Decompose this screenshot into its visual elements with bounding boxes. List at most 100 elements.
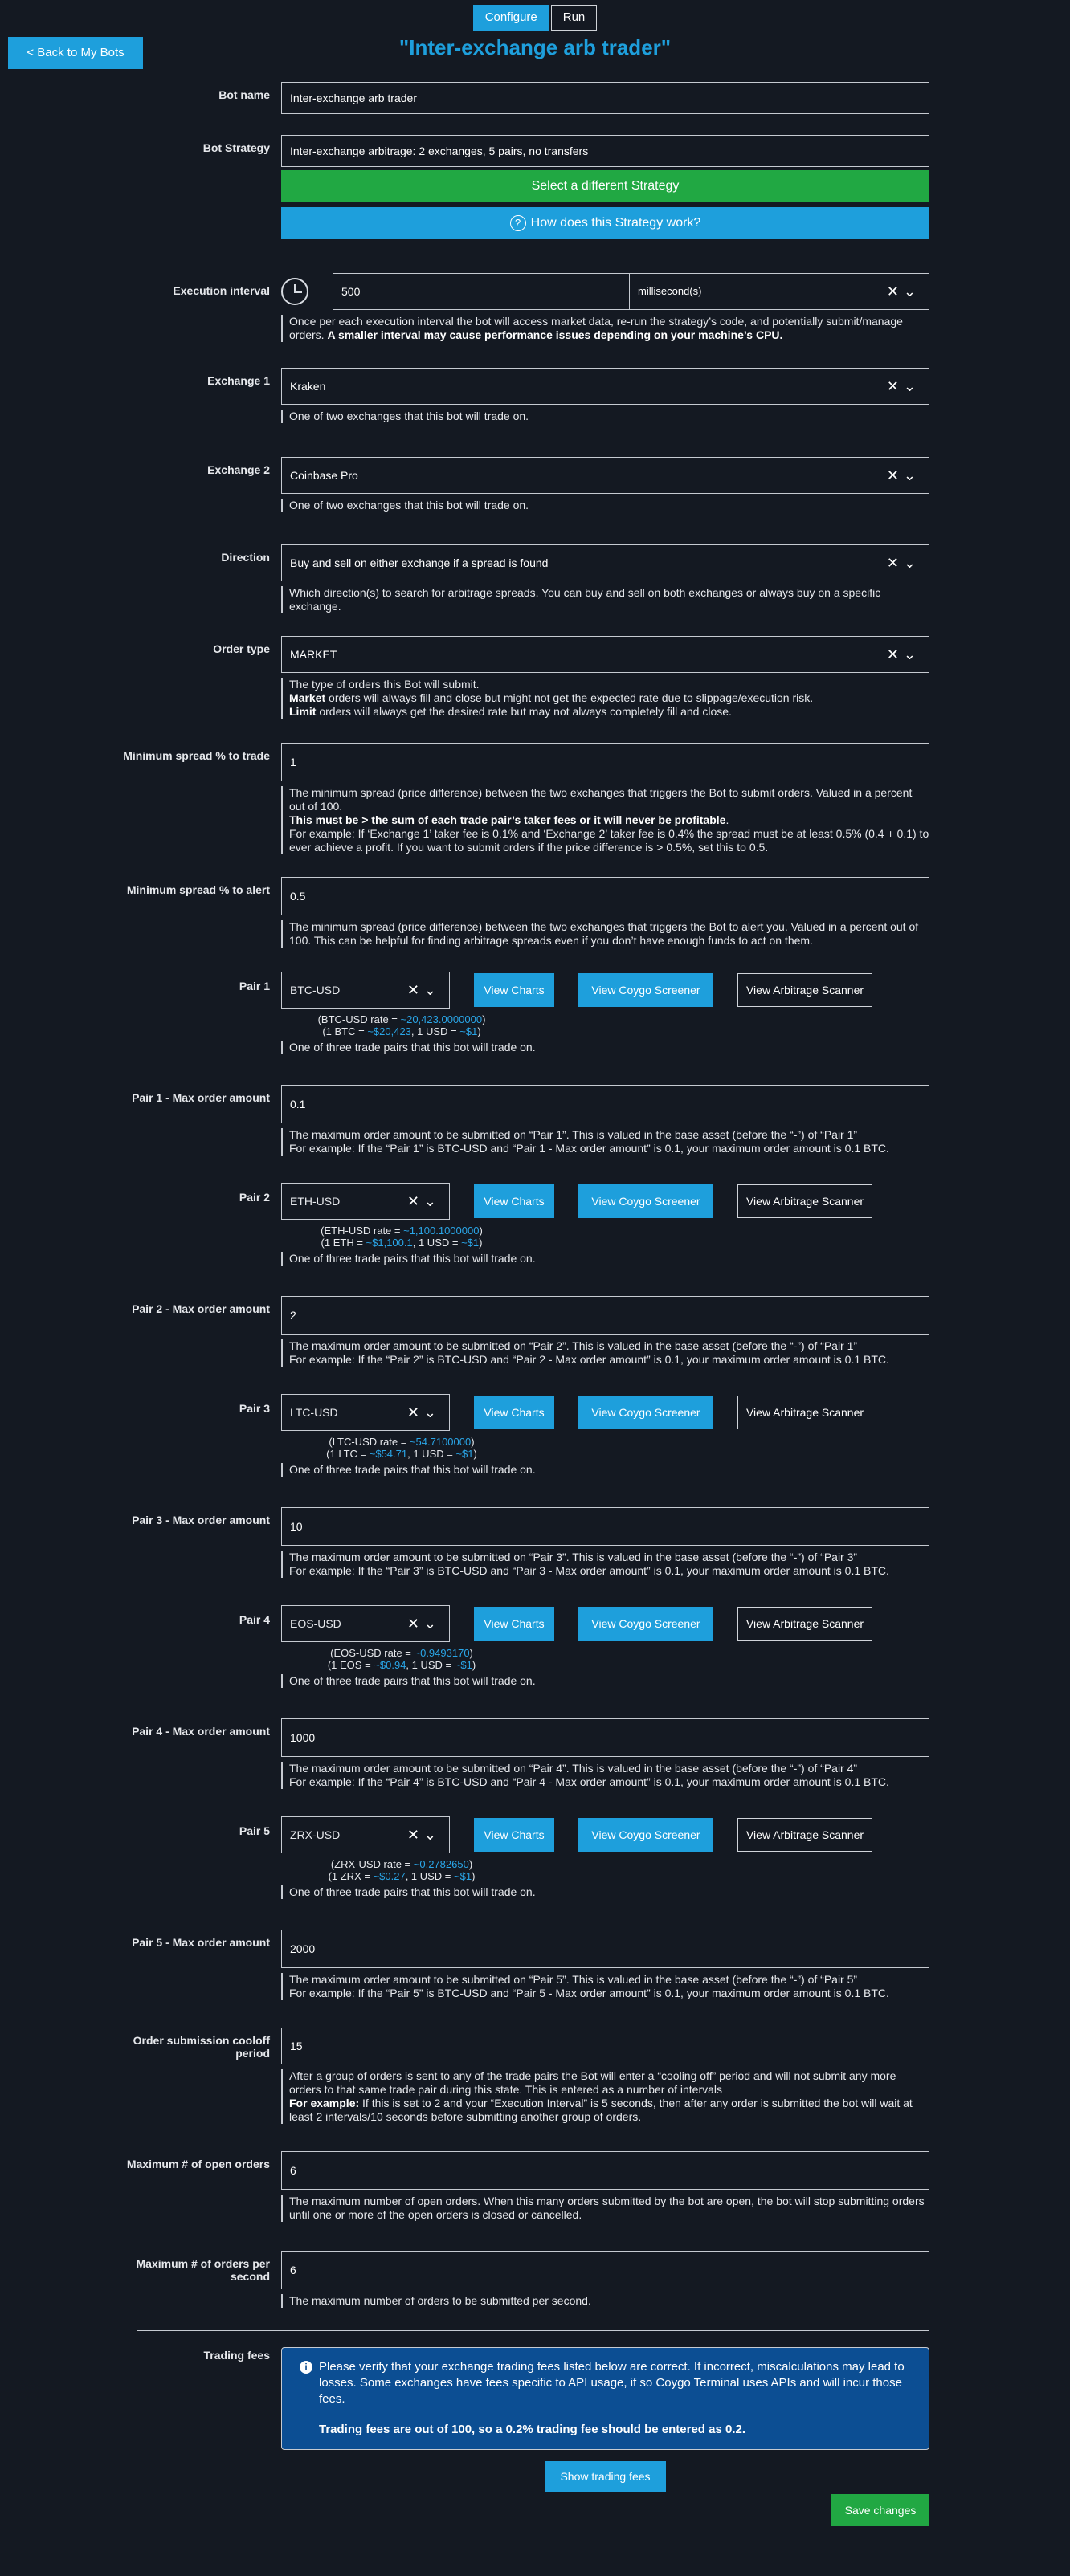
pair-max-input[interactable]: 1000	[281, 1718, 929, 1757]
pair-max-help: The maximum order amount to be submitted…	[281, 1973, 929, 2000]
pair-rate: (ETH-USD rate = ~1,100.1000000) (1 ETH =…	[321, 1225, 483, 1249]
direction-help: Which direction(s) to search for arbitra…	[281, 586, 929, 613]
pair-max-label: Pair 3 - Max order amount	[132, 1514, 270, 1526]
view-charts-button[interactable]: View Charts	[474, 1607, 554, 1641]
clear-chevron-icon[interactable]: ✕⌄	[407, 1184, 441, 1219]
cooloff-help: After a group of orders is sent to any o…	[281, 2069, 929, 2124]
clear-chevron-icon[interactable]: ✕⌄	[887, 458, 921, 493]
pair-max-input[interactable]: 0.1	[281, 1085, 929, 1123]
max-open-input[interactable]: 6	[281, 2151, 929, 2190]
pair-max-help: The maximum order amount to be submitted…	[281, 1551, 929, 1578]
pair-max-input[interactable]: 2000	[281, 1930, 929, 1968]
pair-select[interactable]: ETH-USD ✕⌄	[281, 1183, 450, 1220]
pair-value: ETH-USD	[290, 1195, 341, 1208]
clear-chevron-icon[interactable]: ✕⌄	[887, 637, 921, 672]
pairs-container: Pair 1 BTC-USD ✕⌄ View Charts View Coygo…	[0, 972, 1070, 2000]
order-type-help: The type of orders this Bot will submit.…	[281, 678, 929, 719]
top-tabs: Configure Run	[0, 5, 1070, 31]
pair-select[interactable]: EOS-USD ✕⌄	[281, 1605, 450, 1642]
view-screener-button[interactable]: View Coygo Screener	[578, 1818, 713, 1852]
min-alert-input[interactable]: 0.5	[281, 877, 929, 915]
pair-max-label: Pair 4 - Max order amount	[132, 1725, 270, 1738]
min-alert-help: The minimum spread (price difference) be…	[281, 920, 929, 948]
bot-config-form: Bot name Inter-exchange arb trader Bot S…	[0, 82, 1070, 2492]
view-screener-button[interactable]: View Coygo Screener	[578, 1396, 713, 1429]
show-trading-fees-button[interactable]: Show trading fees	[545, 2461, 666, 2492]
pair-max-input[interactable]: 2	[281, 1296, 929, 1335]
exchange1-select[interactable]: Kraken ✕⌄	[281, 368, 929, 405]
min-trade-label: Minimum spread % to trade	[123, 749, 270, 762]
view-arbitrage-scanner-button[interactable]: View Arbitrage Scanner	[737, 1818, 872, 1852]
clock-icon	[281, 278, 308, 305]
cooloff-row: Order submission cooloff period 15 After…	[0, 2028, 1070, 2124]
cooloff-label: Order submission cooloff period	[133, 2034, 270, 2060]
view-screener-button[interactable]: View Coygo Screener	[578, 1184, 713, 1218]
exchange2-row: Exchange 2 Coinbase Pro ✕⌄ One of two ex…	[0, 457, 1070, 512]
pair-select[interactable]: ZRX-USD ✕⌄	[281, 1816, 450, 1853]
clear-chevron-icon[interactable]: ✕⌄	[887, 545, 921, 581]
view-arbitrage-scanner-button[interactable]: View Arbitrage Scanner	[737, 973, 872, 1007]
pair-max-row: Pair 4 - Max order amount 1000 The maxim…	[0, 1718, 1070, 1789]
strategy-row: Bot Strategy Inter-exchange arbitrage: 2…	[0, 135, 1070, 239]
view-charts-button[interactable]: View Charts	[474, 1396, 554, 1429]
tab-configure[interactable]: Configure	[472, 5, 549, 31]
how-strategy-works-button[interactable]: ? How does this Strategy work?	[281, 207, 929, 239]
exchange2-select[interactable]: Coinbase Pro ✕⌄	[281, 457, 929, 494]
pair-max-row: Pair 5 - Max order amount 2000 The maxim…	[0, 1930, 1070, 2000]
view-charts-button[interactable]: View Charts	[474, 1818, 554, 1852]
fees-notice: i Please verify that your exchange tradi…	[281, 2347, 929, 2450]
direction-select[interactable]: Buy and sell on either exchange if a spr…	[281, 544, 929, 581]
clear-chevron-icon[interactable]: ✕⌄	[887, 274, 921, 309]
min-trade-input[interactable]: 1	[281, 743, 929, 781]
save-changes-button[interactable]: Save changes	[831, 2494, 929, 2526]
clear-chevron-icon[interactable]: ✕⌄	[407, 1817, 441, 1853]
view-charts-button[interactable]: View Charts	[474, 1184, 554, 1218]
page-title: "Inter-exchange arb trader"	[398, 35, 672, 59]
order-type-select[interactable]: MARKET ✕⌄	[281, 636, 929, 673]
view-screener-button[interactable]: View Coygo Screener	[578, 1607, 713, 1641]
clear-chevron-icon[interactable]: ✕⌄	[407, 972, 441, 1008]
view-arbitrage-scanner-button[interactable]: View Arbitrage Scanner	[737, 1184, 872, 1218]
pair-max-label: Pair 1 - Max order amount	[132, 1091, 270, 1104]
interval-input[interactable]: 500	[333, 273, 630, 310]
pair-max-row: Pair 3 - Max order amount 10 The maximum…	[0, 1507, 1070, 1578]
clear-chevron-icon[interactable]: ✕⌄	[887, 369, 921, 404]
pair-row: Pair 5 ZRX-USD ✕⌄ View Charts View Coygo…	[0, 1816, 1070, 1899]
pair-label: Pair 1	[239, 980, 270, 992]
pair-help: One of three trade pairs that this bot w…	[281, 1252, 929, 1266]
how-strategy-label: How does this Strategy work?	[530, 216, 701, 230]
interval-unit-select[interactable]: millisecond(s) ✕⌄	[630, 273, 929, 310]
pair-label: Pair 5	[239, 1824, 270, 1837]
strategy-label: Bot Strategy	[202, 141, 270, 154]
exchange1-row: Exchange 1 Kraken ✕⌄ One of two exchange…	[0, 368, 1070, 423]
max-open-row: Maximum # of open orders 6 The maximum n…	[0, 2151, 1070, 2222]
tab-run[interactable]: Run	[550, 5, 598, 31]
min-alert-label: Minimum spread % to alert	[126, 883, 270, 896]
pair-rate: (BTC-USD rate = ~20,423.0000000) (1 BTC …	[317, 1013, 486, 1037]
order-type-label: Order type	[213, 642, 270, 655]
pair-help: One of three trade pairs that this bot w…	[281, 1885, 929, 1899]
direction-label: Direction	[221, 551, 270, 564]
view-arbitrage-scanner-button[interactable]: View Arbitrage Scanner	[737, 1607, 872, 1641]
pair-select[interactable]: BTC-USD ✕⌄	[281, 972, 450, 1009]
pair-select[interactable]: LTC-USD ✕⌄	[281, 1394, 450, 1431]
view-arbitrage-scanner-button[interactable]: View Arbitrage Scanner	[737, 1396, 872, 1429]
pair-max-input[interactable]: 10	[281, 1507, 929, 1546]
pair-row: Pair 4 EOS-USD ✕⌄ View Charts View Coygo…	[0, 1605, 1070, 1688]
bot-name-input[interactable]: Inter-exchange arb trader	[281, 82, 929, 114]
pair-help: One of three trade pairs that this bot w…	[281, 1463, 929, 1477]
pair-row: Pair 2 ETH-USD ✕⌄ View Charts View Coygo…	[0, 1183, 1070, 1266]
exchange1-value: Kraken	[290, 380, 326, 393]
clear-chevron-icon[interactable]: ✕⌄	[407, 1606, 441, 1641]
max-per-sec-row: Maximum # of orders per second 6 The max…	[0, 2251, 1070, 2308]
direction-value: Buy and sell on either exchange if a spr…	[290, 556, 549, 569]
view-screener-button[interactable]: View Coygo Screener	[578, 973, 713, 1007]
max-per-sec-input[interactable]: 6	[281, 2251, 929, 2289]
view-charts-button[interactable]: View Charts	[474, 973, 554, 1007]
clear-chevron-icon[interactable]: ✕⌄	[407, 1395, 441, 1430]
interval-help: Once per each execution interval the bot…	[281, 315, 929, 342]
select-strategy-button[interactable]: Select a different Strategy	[281, 170, 929, 202]
exchange2-help: One of two exchanges that this bot will …	[281, 499, 929, 512]
cooloff-input[interactable]: 15	[281, 2028, 929, 2064]
max-open-label: Maximum # of open orders	[126, 2158, 270, 2170]
